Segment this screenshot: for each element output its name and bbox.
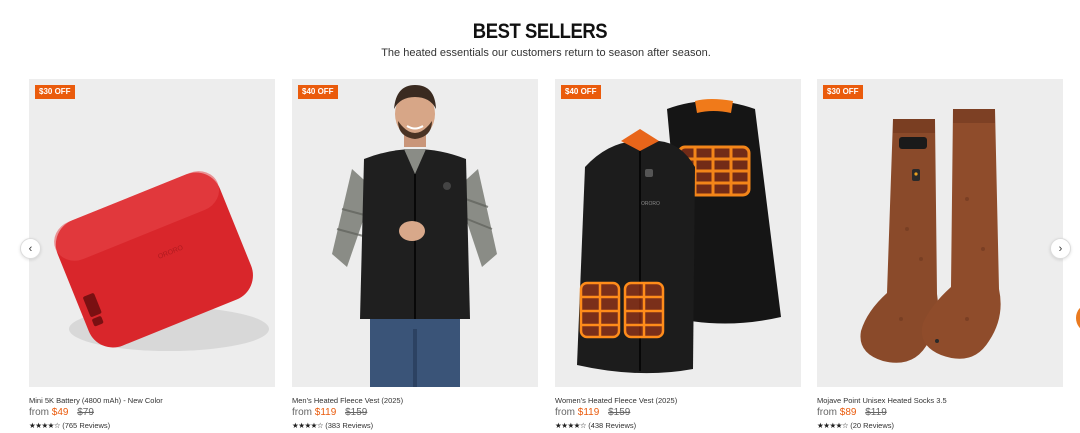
- product-image-mens-vest[interactable]: $40 OFF: [292, 79, 538, 387]
- section-title: BEST SELLERS: [472, 20, 608, 43]
- product-card[interactable]: ORORO $30 OFF Mini 5K Battery (4800 mAh)…: [29, 79, 275, 430]
- carousel-prev-button[interactable]: ‹: [20, 238, 41, 259]
- sale-price: $119: [314, 407, 337, 418]
- sale-price: $119: [577, 407, 600, 418]
- star-rating-icon: ★★★★☆: [555, 421, 587, 430]
- section-subtitle: The heated essentials our customers retu…: [381, 47, 711, 59]
- product-price: from $89 $119: [817, 407, 887, 418]
- womens-vest-illustration: ORORO: [577, 99, 781, 374]
- discount-badge: $40 OFF: [298, 85, 338, 99]
- compare-price: $159: [608, 407, 631, 418]
- review-count: (383 Reviews): [325, 421, 374, 430]
- socks-illustration: [860, 109, 1001, 363]
- carousel-next-button[interactable]: ›: [1050, 238, 1071, 259]
- discount-badge: $30 OFF: [35, 85, 75, 99]
- product-image-socks[interactable]: $30 OFF: [817, 79, 1063, 387]
- product-name[interactable]: Men's Heated Fleece Vest (2025): [292, 396, 403, 405]
- compare-price: $119: [865, 407, 887, 418]
- price-from-label: from: [817, 407, 837, 418]
- product-price: from $119 $159: [292, 407, 367, 418]
- review-count: (438 Reviews): [588, 421, 637, 430]
- product-image-battery[interactable]: ORORO $30 OFF: [29, 79, 275, 387]
- product-card[interactable]: ORORO $40 OFF Women's Heated Fleece Vest…: [555, 79, 801, 430]
- price-from-label: from: [292, 407, 312, 418]
- sale-price: $89: [839, 407, 857, 418]
- floating-widget-button[interactable]: [1076, 305, 1080, 331]
- battery-illustration: ORORO: [54, 171, 269, 351]
- chevron-right-icon: ›: [1058, 242, 1063, 255]
- product-name[interactable]: Mini 5K Battery (4800 mAh) - New Color: [29, 396, 163, 405]
- sale-price: $49: [51, 407, 69, 418]
- product-name[interactable]: Women's Heated Fleece Vest (2025): [555, 396, 677, 405]
- price-from-label: from: [29, 407, 49, 418]
- product-rating[interactable]: ★★★★☆ (383 Reviews): [292, 421, 373, 430]
- product-card[interactable]: $40 OFF Men's Heated Fleece Vest (2025) …: [292, 79, 538, 430]
- product-image-womens-vest[interactable]: ORORO $40 OFF: [555, 79, 801, 387]
- review-count: (765 Reviews): [62, 421, 111, 430]
- discount-badge: $40 OFF: [561, 85, 601, 99]
- star-rating-icon: ★★★★☆: [292, 421, 324, 430]
- price-from-label: from: [555, 407, 575, 418]
- svg-text:ORORO: ORORO: [641, 201, 660, 207]
- review-count: (20 Reviews): [850, 421, 894, 430]
- compare-price: $79: [77, 407, 94, 418]
- star-rating-icon: ★★★★☆: [29, 421, 61, 430]
- product-rating[interactable]: ★★★★☆ (438 Reviews): [555, 421, 636, 430]
- chevron-left-icon: ‹: [28, 242, 33, 255]
- product-rating[interactable]: ★★★★☆ (765 Reviews): [29, 421, 110, 430]
- star-rating-icon: ★★★★☆: [817, 421, 849, 430]
- discount-badge: $30 OFF: [823, 85, 863, 99]
- compare-price: $159: [345, 407, 368, 418]
- man-vest-illustration: [332, 85, 497, 387]
- product-name[interactable]: Mojave Point Unisex Heated Socks 3.5: [817, 396, 947, 405]
- product-card[interactable]: $30 OFF Mojave Point Unisex Heated Socks…: [817, 79, 1063, 430]
- product-price: from $49 $79: [29, 407, 94, 418]
- product-price: from $119 $159: [555, 407, 630, 418]
- product-rating[interactable]: ★★★★☆ (20 Reviews): [817, 421, 894, 430]
